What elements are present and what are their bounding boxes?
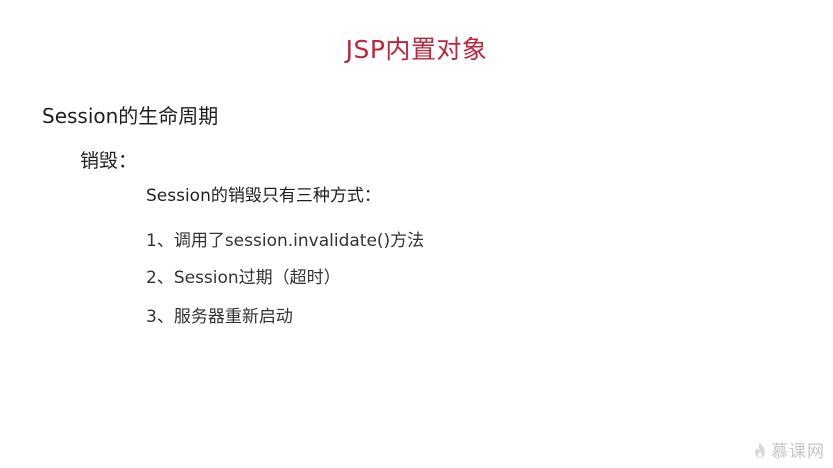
list-item: 2、Session过期（超时） bbox=[146, 268, 341, 288]
list-item: 3、服务器重新启动 bbox=[146, 307, 293, 327]
list-item: 1、调用了session.invalidate()方法 bbox=[146, 231, 425, 251]
intro-text: Session的销毁只有三种方式： bbox=[146, 186, 381, 206]
watermark-logo: 慕课网 bbox=[752, 437, 825, 462]
subsection-heading: 销毁： bbox=[80, 150, 138, 172]
section-heading: Session的生命周期 bbox=[42, 104, 219, 128]
slide: JSP内置对象 Session的生命周期 销毁： Session的销毁只有三种方… bbox=[0, 0, 833, 468]
flame-logo-icon bbox=[755, 441, 765, 458]
slide-title: JSP内置对象 bbox=[345, 35, 488, 64]
watermark-text: 慕课网 bbox=[771, 442, 825, 462]
